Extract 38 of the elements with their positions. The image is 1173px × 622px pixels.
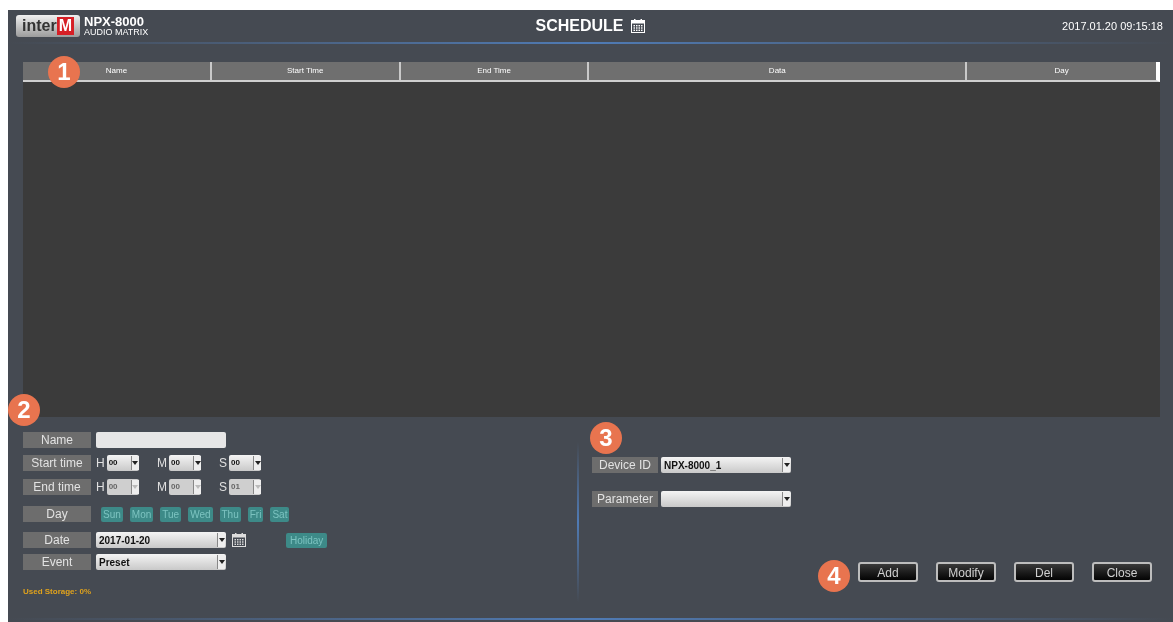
unit-label: H	[96, 455, 105, 472]
unit-label: M	[157, 455, 167, 472]
parameter-select[interactable]	[661, 491, 791, 507]
action-button[interactable]: Close	[1092, 562, 1152, 582]
action-button[interactable]: Modify	[936, 562, 996, 582]
field-label: Day	[23, 506, 91, 522]
column-header[interactable]: Start Time	[211, 62, 401, 80]
column-header[interactable]: End Time	[400, 62, 590, 80]
date-time: 2017.01.20 09:15:18	[1061, 18, 1164, 34]
calendar-icon	[231, 532, 247, 548]
action-button[interactable]: Add	[858, 562, 918, 582]
page-title: SCHEDULE	[535, 16, 624, 36]
field-label: Name	[23, 432, 91, 448]
field-label: Event	[23, 554, 91, 570]
calendar-icon	[629, 18, 646, 34]
unit-label: S	[219, 479, 227, 496]
unit-label: S	[219, 455, 227, 472]
field-label: End time	[23, 479, 91, 495]
device-id-select[interactable]: NPX-8000_1	[661, 457, 791, 473]
name-input[interactable]	[96, 432, 226, 448]
column-header[interactable]: Day	[967, 62, 1156, 80]
field-label: Device ID	[592, 457, 658, 473]
time-select[interactable]: 00	[106, 455, 139, 471]
action-button[interactable]: Del	[1014, 562, 1074, 582]
time-select[interactable]: 00	[229, 455, 261, 471]
field-label: Date	[23, 532, 91, 548]
event-select[interactable]: Preset	[96, 554, 226, 570]
time-select[interactable]: 00	[169, 455, 201, 471]
field-label: Start time	[23, 455, 91, 471]
unit-label: M	[157, 479, 167, 496]
field-label: Parameter	[592, 491, 658, 507]
column-header[interactable]: Data	[589, 62, 968, 80]
storage-usage: Used Storage: 0%	[23, 586, 93, 598]
product-name: NPX-8000	[84, 15, 145, 28]
brand-logo: interM	[16, 15, 80, 37]
unit-label: H	[96, 479, 105, 496]
date-select[interactable]: 2017-01-20	[96, 532, 226, 548]
product-subtitle: AUDIO MATRIX	[84, 28, 149, 37]
